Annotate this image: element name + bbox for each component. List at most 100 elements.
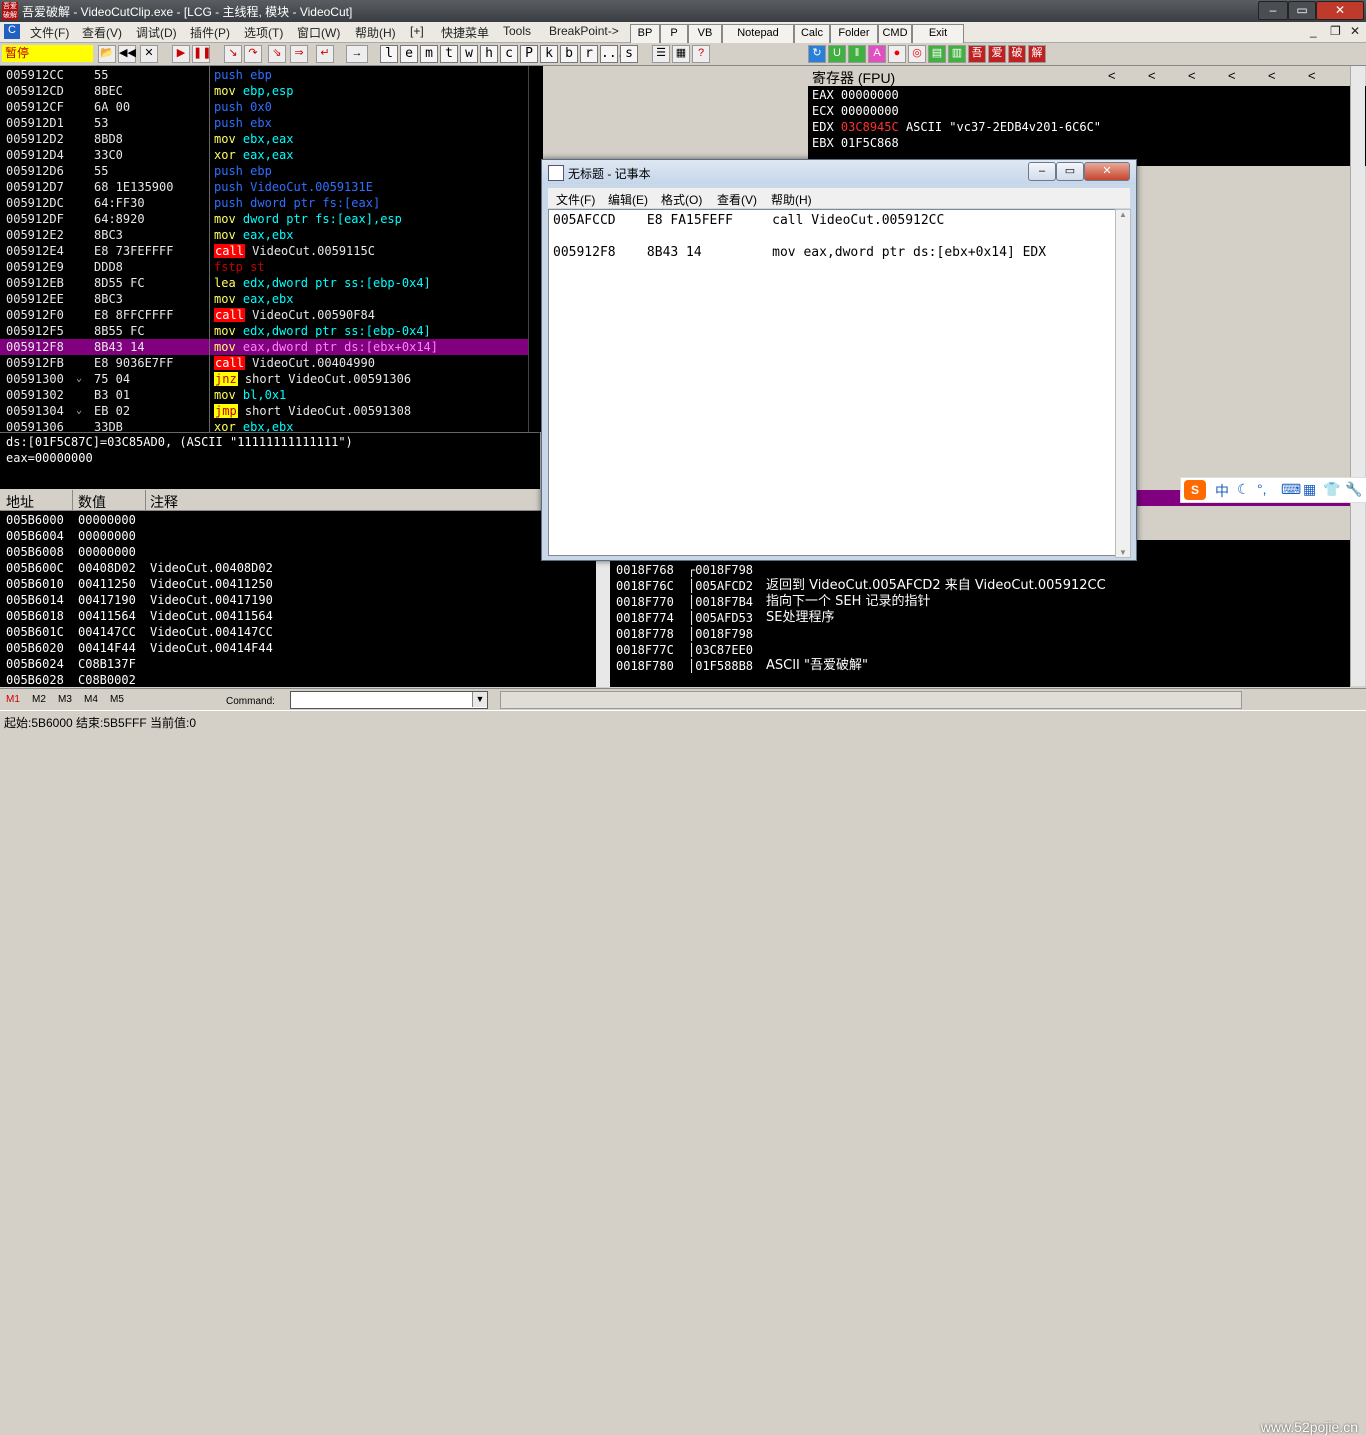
disasm-row[interactable]: 005912CD 8BEC mov ebp,esp bbox=[0, 83, 540, 99]
record-icon[interactable]: ● bbox=[888, 45, 906, 63]
tool-t[interactable]: t bbox=[440, 45, 458, 63]
command-input[interactable] bbox=[290, 691, 488, 709]
menu-breakpoint[interactable]: BreakPoint-> bbox=[549, 24, 619, 38]
memory-tab-m3[interactable]: M3 bbox=[58, 694, 72, 705]
memory-tab-m4[interactable]: M4 bbox=[84, 694, 98, 705]
menu-view[interactable]: 查看(V) bbox=[82, 24, 122, 41]
notepad-menu-view[interactable]: 查看(V) bbox=[717, 191, 757, 208]
scroll-up-icon[interactable]: ▲ bbox=[1116, 210, 1130, 219]
dump-row[interactable]: 005B6014 00417190 VideoCut.00417190 bbox=[0, 592, 600, 608]
memory-tab-m5[interactable]: M5 bbox=[110, 694, 124, 705]
open-icon[interactable]: 📂 bbox=[98, 45, 116, 63]
memory-tab-m1[interactable]: M1 bbox=[6, 694, 20, 705]
step-into-icon[interactable]: ↘ bbox=[224, 45, 242, 63]
disasm-row[interactable]: 005912D6 55 push ebp bbox=[0, 163, 540, 179]
menu-help[interactable]: 帮助(H) bbox=[355, 24, 396, 41]
disasm-row[interactable]: 005912DC 64:FF30 push dword ptr fs:[eax] bbox=[0, 195, 540, 211]
notepad-menu-help[interactable]: 帮助(H) bbox=[771, 191, 812, 208]
right-scrollbar[interactable] bbox=[1350, 66, 1365, 686]
bp-button[interactable]: BP bbox=[630, 24, 660, 44]
disasm-row[interactable]: 005912D1 53 push ebx bbox=[0, 115, 540, 131]
calc-button[interactable]: Calc bbox=[794, 24, 830, 44]
notepad-maximize-icon[interactable]: ▭ bbox=[1056, 162, 1084, 181]
run-icon[interactable]: ▶ bbox=[172, 45, 190, 63]
plugin-u-icon[interactable]: U bbox=[828, 45, 846, 63]
target-icon[interactable]: ◎ bbox=[908, 45, 926, 63]
disasm-row[interactable]: 005912D7 68 1E135900 push VideoCut.0059131… bbox=[0, 179, 540, 195]
memory-tab-m2[interactable]: M2 bbox=[32, 694, 46, 705]
chevron-left-icon[interactable]: < bbox=[1108, 68, 1116, 83]
stack-row[interactable]: 0018F77C │03C87EE0 bbox=[610, 642, 1350, 658]
menu-window[interactable]: 窗口(W) bbox=[297, 24, 340, 41]
menu-options[interactable]: 选项(T) bbox=[244, 24, 283, 41]
dump-pane[interactable]: 005B6000 00000000 005B6004 00000000 005B6008… bbox=[0, 511, 600, 687]
tool-h[interactable]: h bbox=[480, 45, 498, 63]
tool-s[interactable]: s bbox=[620, 45, 638, 63]
register-value[interactable]: 00000000 bbox=[841, 104, 899, 118]
mdi-close-icon[interactable]: ✕ bbox=[1350, 24, 1360, 38]
close-icon[interactable]: ✕ bbox=[1316, 1, 1364, 20]
stack-row[interactable]: 0018F778 │0018F798 bbox=[610, 626, 1350, 642]
dump-row[interactable]: 005B6004 00000000 bbox=[0, 528, 600, 544]
tool-l[interactable]: l bbox=[380, 45, 398, 63]
tool-w[interactable]: w bbox=[460, 45, 478, 63]
disassembly-pane[interactable]: 005912CC 55 push ebp 005912CD 8BEC mov ebp,es… bbox=[0, 66, 540, 432]
notepad-menu-file[interactable]: 文件(F) bbox=[556, 191, 595, 208]
tool-dots[interactable]: ... bbox=[600, 45, 624, 63]
menu-plus[interactable]: [+] bbox=[410, 24, 424, 38]
moon-icon[interactable]: ☾ bbox=[1237, 481, 1250, 498]
brand-char-3[interactable]: 破 bbox=[1008, 45, 1026, 63]
dump-row[interactable]: 005B6000 00000000 bbox=[0, 512, 600, 528]
tool-b[interactable]: b bbox=[560, 45, 578, 63]
disasm-row[interactable]: 005912CC 55 push ebp bbox=[0, 67, 540, 83]
menu-shortcuts[interactable]: 快捷菜单 bbox=[441, 24, 489, 41]
notepad-close-icon[interactable]: ✕ bbox=[1084, 162, 1130, 181]
ime-toolbar[interactable]: S 中 ☾ °, ⌨ ▦ 👕 🔧 bbox=[1180, 477, 1366, 503]
register-value[interactable]: 03C8945C bbox=[841, 120, 899, 134]
close-debug-icon[interactable]: ✕ bbox=[140, 45, 158, 63]
menu-debug[interactable]: 调试(D) bbox=[136, 24, 177, 41]
step-over-icon[interactable]: ↷ bbox=[244, 45, 262, 63]
goto-icon[interactable]: → bbox=[346, 45, 368, 63]
brand-char-2[interactable]: 爱 bbox=[988, 45, 1006, 63]
register-row[interactable]: ECX 00000000 bbox=[812, 104, 899, 118]
refresh-icon[interactable]: ↻ bbox=[808, 45, 826, 63]
trace-into-icon[interactable]: ⇘ bbox=[268, 45, 286, 63]
notepad-scrollbar[interactable]: ▲ ▼ bbox=[1115, 209, 1131, 558]
plugin-a-icon[interactable]: A bbox=[868, 45, 886, 63]
notepad-minimize-icon[interactable]: – bbox=[1028, 162, 1056, 181]
mdi-restore-icon[interactable]: ❐ bbox=[1330, 24, 1341, 38]
minimize-icon[interactable]: – bbox=[1258, 1, 1288, 20]
notepad-text-area[interactable]: 005AFCCD E8 FA15FEFF call VideoCut.00591… bbox=[548, 209, 1116, 556]
folder-button[interactable]: Folder bbox=[830, 24, 878, 44]
stack-pane[interactable]: 0018F768 ┌0018F798 0018F76C │005AFCD2 返回到 Vi… bbox=[610, 540, 1350, 687]
disasm-row[interactable]: 005912F0 E8 8FFCFFFF call VideoCut.00590F8… bbox=[0, 307, 540, 323]
register-value[interactable]: 01F5C868 bbox=[841, 136, 899, 150]
disasm-row[interactable]: 005912DF 64:8920 mov dword ptr fs:[eax],es… bbox=[0, 211, 540, 227]
register-row[interactable]: EAX 00000000 bbox=[812, 88, 899, 102]
maximize-icon[interactable]: ▭ bbox=[1288, 1, 1316, 20]
dump-row[interactable]: 005B6018 00411564 VideoCut.00411564 bbox=[0, 608, 600, 624]
cmd-button[interactable]: CMD bbox=[878, 24, 912, 44]
tool-p[interactable]: P bbox=[520, 45, 538, 63]
dump-col-comment[interactable]: 注释 bbox=[150, 492, 178, 512]
keyboard-icon[interactable]: ⌨ bbox=[1281, 481, 1301, 498]
stack-row[interactable]: 0018F76C │005AFCD2 返回到 VideoCut.005AFCD2 来… bbox=[610, 578, 1350, 594]
trace-over-icon[interactable]: ⇒ bbox=[290, 45, 308, 63]
disasm-row[interactable]: 00591306 33DB xor ebx,ebx bbox=[0, 419, 540, 432]
disasm-row[interactable]: 005912EB 8D55 FC lea edx,dword ptr ss:[ebp… bbox=[0, 275, 540, 291]
menu-tools[interactable]: Tools bbox=[503, 24, 531, 38]
pause-icon[interactable]: ❚❚ bbox=[192, 45, 211, 63]
help-icon[interactable]: ? bbox=[692, 45, 710, 63]
chevron-down-icon[interactable]: ▼ bbox=[472, 692, 487, 707]
apps-icon[interactable]: ▦ bbox=[1303, 481, 1316, 498]
child-window-icon[interactable]: C bbox=[4, 24, 20, 39]
brand-char-4[interactable]: 解 bbox=[1028, 45, 1046, 63]
disasm-row[interactable]: 005912E4 E8 73FEFFFF call VideoCut.0059115… bbox=[0, 243, 540, 259]
dump-row[interactable]: 005B6008 00000000 bbox=[0, 544, 600, 560]
list-icon[interactable]: ☰ bbox=[652, 45, 670, 63]
register-value[interactable]: 00000000 bbox=[841, 88, 899, 102]
tool-e[interactable]: e bbox=[400, 45, 418, 63]
dump-row[interactable]: 005B6010 00411250 VideoCut.00411250 bbox=[0, 576, 600, 592]
disasm-row[interactable]: 005912CF 6A 00 push 0x0 bbox=[0, 99, 540, 115]
